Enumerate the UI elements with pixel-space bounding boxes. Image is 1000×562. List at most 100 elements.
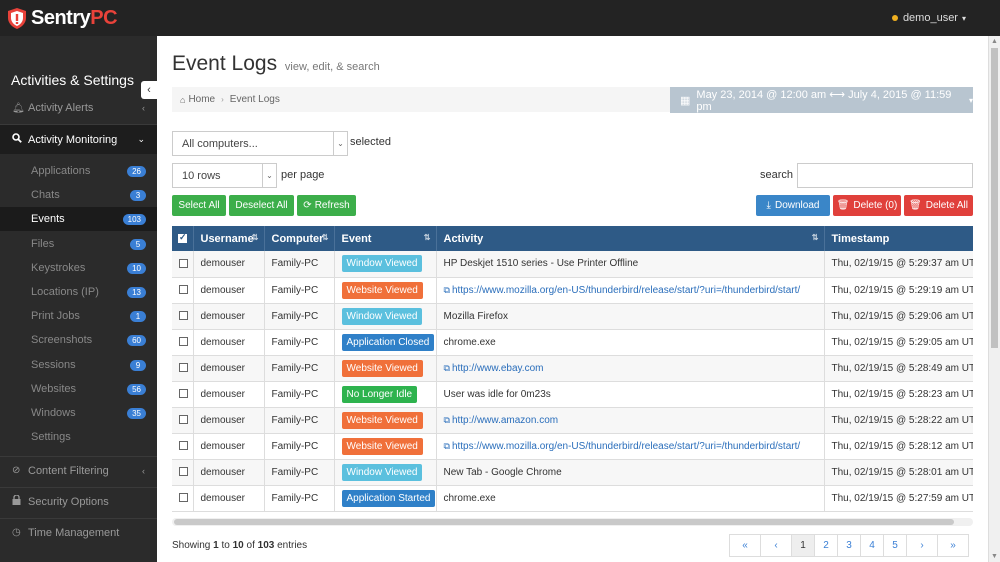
download-button[interactable]: ⤓ Download <box>756 195 830 216</box>
pagination: «‹ 1 2 3 4 5 ›» <box>729 534 969 557</box>
entries-summary: Showing 1 to 10 of 103 entries <box>172 540 308 551</box>
activity-cell: Mozilla Firefox <box>436 303 825 330</box>
deselect-all-button[interactable]: Deselect All <box>229 195 294 216</box>
timestamp-cell: Thu, 02/19/15 @ 5:29:05 am UTC <box>824 329 973 356</box>
horizontal-scrollbar[interactable] <box>172 518 973 526</box>
prev-page-button[interactable]: ‹ <box>760 534 792 557</box>
main-panel: Event Logs view, edit, & search ⌂ Home ›… <box>157 36 988 562</box>
username-cell: demouser <box>193 251 265 278</box>
search-input[interactable] <box>797 163 973 188</box>
page-2-button[interactable]: 2 <box>814 534 838 557</box>
activity-link[interactable]: ⧉ http://www.amazon.com <box>444 415 559 426</box>
row-checkbox[interactable] <box>172 433 194 460</box>
delete-all-button[interactable]: 🗑︎ Delete All <box>904 195 973 216</box>
selected-label: selected <box>350 136 391 148</box>
event-badge: Application Started <box>341 489 435 507</box>
chevron-down-icon: ⌄ <box>262 164 276 187</box>
sidebar-item-chats[interactable]: Chats 3 <box>0 183 157 207</box>
user-menu[interactable]: demo_user ▾ <box>891 12 966 24</box>
sidebar-item-locations-ip[interactable]: Locations (IP) 13 <box>0 280 157 304</box>
last-page-button[interactable]: » <box>937 534 969 557</box>
vertical-scrollbar[interactable]: ▲ ▼ <box>988 36 1000 562</box>
activity-link[interactable]: ⧉ https://www.mozilla.org/en-US/thunderbi… <box>444 441 801 452</box>
table-row[interactable]: demouser Family-PC Application Closed chrom… <box>172 329 973 356</box>
count-badge: 10 <box>127 262 146 274</box>
page-4-button[interactable]: 4 <box>860 534 884 557</box>
count-badge: 9 <box>130 359 146 371</box>
select-all-checkbox[interactable] <box>172 226 194 251</box>
rows-per-page-select[interactable]: 10 rows ⌄ <box>172 163 277 188</box>
page-1-button[interactable]: 1 <box>791 534 815 557</box>
nav-time-management[interactable]: ◷ Time Management <box>0 518 157 546</box>
select-all-button[interactable]: Select All <box>172 195 226 216</box>
column-header-computer[interactable]: Computer ⇅ <box>264 226 335 251</box>
event-cell: Website Viewed <box>334 407 437 434</box>
logo[interactable]: SentryPC <box>8 7 118 29</box>
event-cell: No Longer Idle <box>334 381 437 408</box>
column-header-event[interactable]: Event ⇅ <box>334 226 437 251</box>
page-3-button[interactable]: 3 <box>837 534 861 557</box>
page-5-button[interactable]: 5 <box>883 534 907 557</box>
sidebar-item-applications[interactable]: Applications 26 <box>0 159 157 183</box>
nav-security-options[interactable]: Security Options <box>0 487 157 515</box>
nav-content-filtering[interactable]: ⊘ Content Filtering ‹ <box>0 456 157 484</box>
computer-select[interactable]: All computers... ⌄ <box>172 131 348 156</box>
table-row[interactable]: demouser Family-PC Window Viewed Mozilla Fi… <box>172 303 973 330</box>
row-checkbox[interactable] <box>172 303 194 330</box>
sidebar-item-screenshots[interactable]: Screenshots 60 <box>0 328 157 352</box>
sidebar-item-sessions[interactable]: Sessions 9 <box>0 353 157 377</box>
row-checkbox[interactable] <box>172 407 194 434</box>
username-cell: demouser <box>193 485 265 512</box>
activity-link[interactable]: ⧉ https://www.mozilla.org/en-US/thunderbi… <box>444 285 801 296</box>
row-checkbox[interactable] <box>172 329 194 356</box>
sidebar-item-settings[interactable]: Settings <box>0 425 157 449</box>
nav-activity-monitoring[interactable]: Activity Monitoring ⌄ <box>0 124 157 154</box>
username-cell: demouser <box>193 303 265 330</box>
column-header-activity[interactable]: Activity ⇅ <box>436 226 825 251</box>
table-row[interactable]: demouser Family-PC Window Viewed New Tab - … <box>172 459 973 486</box>
delete-button[interactable]: 🗑︎ Delete (0) <box>833 195 901 216</box>
nav-activity-alerts[interactable]: 🔔︎ Activity Alerts ‹ <box>0 94 157 122</box>
count-badge: 60 <box>127 334 146 346</box>
table-row[interactable]: demouser Family-PC Application Started chro… <box>172 485 973 512</box>
scrollbar-thumb[interactable] <box>991 48 998 348</box>
first-page-button[interactable]: « <box>729 534 761 557</box>
chevron-left-icon: ‹ <box>142 465 145 476</box>
row-checkbox[interactable] <box>172 277 194 304</box>
sidebar-item-keystrokes[interactable]: Keystrokes 10 <box>0 256 157 280</box>
scroll-down-icon[interactable]: ▼ <box>991 553 998 560</box>
table-row[interactable]: demouser Family-PC Website Viewed ⧉ http://w… <box>172 355 973 382</box>
scrollbar-thumb[interactable] <box>174 519 954 525</box>
scroll-up-icon[interactable]: ▲ <box>991 38 998 45</box>
computer-cell: Family-PC <box>264 277 335 304</box>
refresh-button[interactable]: ⟳ Refresh <box>297 195 356 216</box>
row-checkbox[interactable] <box>172 459 194 486</box>
table-row[interactable]: demouser Family-PC Window Viewed HP Deskjet… <box>172 251 973 278</box>
table-row[interactable]: demouser Family-PC No Longer Idle User was … <box>172 381 973 408</box>
breadcrumb-home[interactable]: Home <box>188 94 215 105</box>
event-badge: No Longer Idle <box>341 385 418 403</box>
row-checkbox[interactable] <box>172 485 194 512</box>
sidebar-item-print-jobs[interactable]: Print Jobs 1 <box>0 304 157 328</box>
sidebar-item-events[interactable]: Events 103 <box>0 207 157 231</box>
sidebar-item-files[interactable]: Files 5 <box>0 232 157 256</box>
column-header-timestamp[interactable]: Timestamp <box>824 226 973 251</box>
table-row[interactable]: demouser Family-PC Website Viewed ⧉ http://w… <box>172 407 973 434</box>
activity-cell: chrome.exe <box>436 485 825 512</box>
row-checkbox[interactable] <box>172 355 194 382</box>
date-range-picker[interactable]: ▦ May 23, 2014 @ 12:00 am ⟷ July 4, 2015… <box>670 87 973 113</box>
sidebar-item-windows[interactable]: Windows 35 <box>0 401 157 425</box>
next-page-button[interactable]: › <box>906 534 938 557</box>
row-checkbox[interactable] <box>172 251 194 278</box>
activity-cell: ⧉ https://www.mozilla.org/en-US/thunderbi… <box>436 277 825 304</box>
row-checkbox[interactable] <box>172 381 194 408</box>
sidebar-item-websites[interactable]: Websites 56 <box>0 377 157 401</box>
username-cell: demouser <box>193 329 265 356</box>
computer-cell: Family-PC <box>264 251 335 278</box>
activity-link[interactable]: ⧉ http://www.ebay.com <box>444 363 544 374</box>
timestamp-cell: Thu, 02/19/15 @ 5:28:01 am UTC <box>824 459 973 486</box>
table-row[interactable]: demouser Family-PC Website Viewed ⧉ https://… <box>172 433 973 460</box>
column-header-username[interactable]: Username ⇅ <box>193 226 265 251</box>
table-row[interactable]: demouser Family-PC Website Viewed ⧉ https://… <box>172 277 973 304</box>
chevron-down-icon: ▾ <box>961 13 966 23</box>
